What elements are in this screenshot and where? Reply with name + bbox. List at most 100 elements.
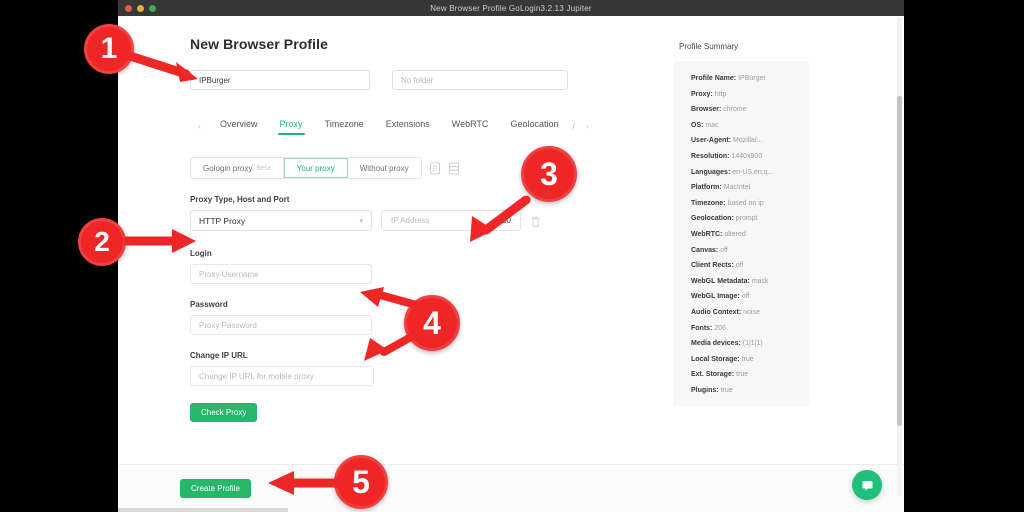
proxy-type-label: Proxy Type, Host and Port <box>190 195 290 204</box>
proxy-type-select[interactable]: HTTP Proxy ▾ <box>190 210 372 231</box>
login-label: Login <box>190 249 212 258</box>
summary-value: 1440x900 <box>731 152 763 160</box>
annotation-arrow-2 <box>124 226 202 256</box>
annotation-arrow-5 <box>262 468 342 498</box>
annotation-badge-5: 5 <box>334 455 388 509</box>
summary-key: Proxy: <box>691 90 713 98</box>
summary-key: WebGL Image: <box>691 293 740 301</box>
profile-form-pane: New Browser Profile IPBurger No folder ‹… <box>118 16 663 512</box>
proxy-mode-segmented-control[interactable]: Gologin proxy Beta Your proxy Without pr… <box>190 157 422 179</box>
summary-key: WebGL Metadata: <box>691 277 750 285</box>
summary-row: WebGL Image: off <box>691 293 809 300</box>
window-traffic-lights[interactable] <box>118 4 156 12</box>
tabs-prev-arrow[interactable]: ‹ <box>190 121 209 131</box>
proxy-host-placeholder: IP Address <box>391 216 430 225</box>
chat-bubble-icon[interactable] <box>852 470 882 500</box>
annotation-arrow-3 <box>448 196 532 246</box>
summary-key: Fonts: <box>691 324 713 332</box>
summary-row: Client Rects: off <box>691 262 809 269</box>
summary-row: Browser: chrome <box>691 106 809 113</box>
summary-key: Client Rects: <box>691 262 734 270</box>
proxy-list-icon[interactable] <box>448 161 460 175</box>
summary-card: Profile Name: IPBurger Proxy: http Brows… <box>673 61 809 406</box>
summary-value: prompt <box>735 215 758 223</box>
summary-value: en-US,en;q... <box>732 168 774 176</box>
summary-key: WebRTC: <box>691 230 723 238</box>
horizontal-scrollbar-thumb[interactable] <box>118 508 288 512</box>
summary-title: Profile Summary <box>679 42 739 51</box>
summary-row: Plugins: true <box>691 387 809 394</box>
tabs-next-arrow[interactable]: › <box>578 121 597 131</box>
maximize-window-button[interactable] <box>149 4 156 12</box>
summary-key: Canvas: <box>691 246 719 254</box>
page-title: New Browser Profile <box>190 36 329 52</box>
summary-key: Local Storage: <box>691 355 740 363</box>
summary-value: true <box>736 371 749 379</box>
annotation-step-3: 3 <box>521 146 577 202</box>
create-profile-button[interactable]: Create Profile <box>180 479 251 498</box>
tab-webrtc[interactable]: WebRTC <box>441 116 500 135</box>
proxy-mode-gologin[interactable]: Gologin proxy Beta <box>191 158 284 178</box>
summary-row: OS: mac <box>691 122 809 129</box>
summary-key: Languages: <box>691 168 731 176</box>
summary-row: Resolution: 1440x900 <box>691 153 809 160</box>
summary-row: Profile Name: IPBurger <box>691 75 809 82</box>
change-ip-url-input[interactable]: Change IP URL for mobile proxy <box>190 366 374 386</box>
annotation-step-1: 1 <box>84 24 134 74</box>
summary-key: Timezone: <box>691 199 726 207</box>
summary-key: Resolution: <box>691 152 730 160</box>
summary-row: WebGL Metadata: mask <box>691 278 809 285</box>
proxy-username-input[interactable]: Proxy Username <box>190 264 372 284</box>
name-row: IPBurger No folder <box>190 70 663 90</box>
summary-row: Ext. Storage: true <box>691 371 809 378</box>
summary-key: Geolocation: <box>691 215 734 223</box>
chevron-down-icon: ▾ <box>359 217 363 225</box>
paste-document-icon[interactable] <box>429 161 441 175</box>
summary-row: Platform: MacIntel <box>691 184 809 191</box>
summary-value: off <box>741 293 750 301</box>
summary-key: Platform: <box>691 184 722 192</box>
annotation-step-2: 2 <box>78 218 126 266</box>
summary-value: mask <box>751 277 769 285</box>
summary-row: Timezone: based on ip <box>691 200 809 207</box>
annotation-arrow-4a <box>352 286 424 312</box>
proxy-password-input[interactable]: Proxy Password <box>190 315 372 335</box>
summary-key: Plugins: <box>691 386 719 394</box>
minimize-window-button[interactable] <box>137 4 144 12</box>
summary-value: true <box>741 355 754 363</box>
settings-tabs: ‹ Overview Proxy Timezone Extensions Web… <box>190 116 663 135</box>
summary-value: mac <box>705 121 719 129</box>
summary-value: altered <box>724 230 746 238</box>
proxy-mode-your-proxy[interactable]: Your proxy <box>283 158 348 178</box>
summary-value: IPBurger <box>738 75 766 82</box>
check-proxy-button[interactable]: Check Proxy <box>190 403 258 422</box>
summary-value: http <box>714 90 727 98</box>
tabs-overflow-indicator: / <box>572 120 575 131</box>
close-window-button[interactable] <box>125 4 132 12</box>
annotation-arrow-4b <box>354 328 424 364</box>
annotation-arrow-1 <box>128 52 208 88</box>
vertical-scrollbar-thumb[interactable] <box>897 96 902 426</box>
summary-row: Proxy: http <box>691 91 809 98</box>
proxy-type-row: HTTP Proxy ▾ IP Address 80 <box>190 210 663 231</box>
window-titlebar: New Browser Profile GoLogin3.2.13 Jupite… <box>118 0 904 16</box>
annotation-badge-1: 1 <box>84 24 134 74</box>
tab-geolocation[interactable]: Geolocation <box>499 116 569 135</box>
annotation-badge-3: 3 <box>521 146 577 202</box>
tab-overview[interactable]: Overview <box>209 116 269 135</box>
proxy-mode-gologin-label: Gologin proxy <box>203 163 253 173</box>
tab-proxy[interactable]: Proxy <box>269 116 314 135</box>
summary-value: true <box>720 386 733 394</box>
profile-name-input[interactable]: IPBurger <box>190 70 370 90</box>
beta-badge: Beta <box>256 164 271 172</box>
summary-key: OS: <box>691 121 704 129</box>
tab-timezone[interactable]: Timezone <box>314 116 375 135</box>
folder-select[interactable]: No folder <box>392 70 568 90</box>
summary-value: MacIntel <box>723 184 751 192</box>
summary-value: off <box>735 262 744 270</box>
summary-key: User-Agent: <box>691 137 732 145</box>
proxy-mode-without-proxy[interactable]: Without proxy <box>348 158 421 178</box>
tab-extensions[interactable]: Extensions <box>375 116 441 135</box>
form-footer: Create Profile <box>118 464 904 512</box>
summary-value: chrome <box>723 106 747 114</box>
